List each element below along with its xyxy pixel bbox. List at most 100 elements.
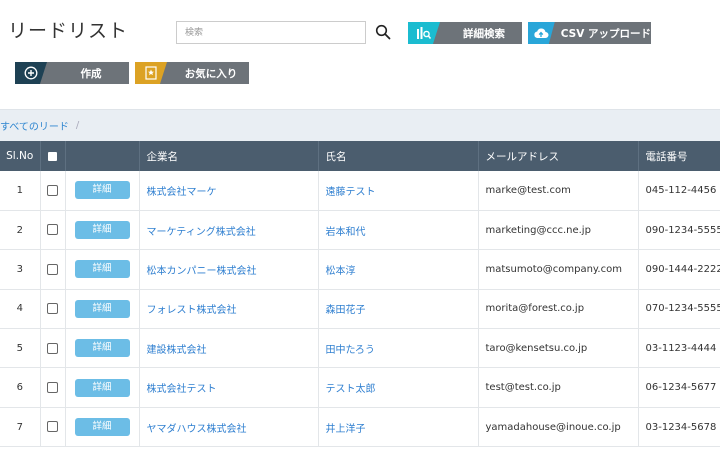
row-name-cell: 遠藤テスト <box>318 171 479 211</box>
company-link[interactable]: 松本カンパニー株式会社 <box>147 266 257 277</box>
row-phone: 03-1234-5678 <box>638 407 720 448</box>
search-button[interactable] <box>374 24 392 42</box>
row-phone: 090-1234-5555 <box>638 210 720 251</box>
row-select-cell <box>40 289 66 330</box>
detail-button[interactable]: 詳細 <box>74 260 130 279</box>
plus-circle-icon <box>15 62 47 84</box>
row-phone: 090-1444-2222 <box>638 249 720 290</box>
row-detail-cell: 詳細 <box>65 328 140 369</box>
row-select-cell <box>40 210 66 251</box>
breadcrumb-all-leads[interactable]: すべてのリード <box>0 118 69 133</box>
company-link[interactable]: 株式会社マーケ <box>147 187 217 198</box>
header-phone: 電話番号 <box>638 141 720 171</box>
favorites-button[interactable]: お気に入り <box>135 62 249 84</box>
advanced-search-label: 詳細検索 <box>463 27 505 40</box>
row-name-cell: 松本淳 <box>318 249 479 290</box>
bar-chart-search-icon <box>408 22 440 44</box>
row-company-cell: フォレスト株式会社 <box>139 289 319 330</box>
company-link[interactable]: フォレスト株式会社 <box>147 305 237 316</box>
detail-button[interactable]: 詳細 <box>74 299 130 318</box>
detail-button[interactable]: 詳細 <box>74 378 130 397</box>
table-row: 6 詳細 株式会社テスト テスト太郎 test@test.co.jp 06-1234-56… <box>0 367 720 408</box>
row-name-cell: テスト太郎 <box>318 367 479 408</box>
row-number: 6 <box>0 367 41 408</box>
contact-name-link[interactable]: 岩本和代 <box>326 227 366 238</box>
row-email: marketing@ccc.ne.jp <box>478 210 639 251</box>
csv-upload-label: CSV アップロード <box>560 27 651 40</box>
table-row: 1 詳細 株式会社マーケ 遠藤テスト marke@test.com 045-112-445… <box>0 171 720 211</box>
row-number: 5 <box>0 328 41 369</box>
page-title: リードリスト <box>8 20 129 42</box>
table-header-row: Sl.No 企業名 氏名 メールアドレス 電話番号 <box>0 141 720 171</box>
row-detail-cell: 詳細 <box>65 407 140 448</box>
table-row: 3 詳細 松本カンパニー株式会社 松本淳 matsumoto@company.com 09… <box>0 249 720 290</box>
row-detail-cell: 詳細 <box>65 249 140 290</box>
header-detail <box>65 141 140 171</box>
company-link[interactable]: ヤマダハウス株式会社 <box>147 424 247 435</box>
row-number: 3 <box>0 249 41 290</box>
row-checkbox[interactable] <box>47 224 58 236</box>
company-link[interactable]: 建設株式会社 <box>147 345 207 356</box>
row-select-cell <box>40 407 66 448</box>
row-select-cell <box>40 249 66 290</box>
row-company-cell: 松本カンパニー株式会社 <box>139 249 319 290</box>
row-checkbox[interactable] <box>47 303 58 315</box>
table-row: 2 詳細 マーケティング株式会社 岩本和代 marketing@ccc.ne.jp 090… <box>0 210 720 251</box>
row-phone: 070-1234-5555 <box>638 289 720 330</box>
detail-button[interactable]: 詳細 <box>74 221 130 240</box>
advanced-search-button[interactable]: 詳細検索 <box>408 22 522 44</box>
row-detail-cell: 詳細 <box>65 289 140 330</box>
table-row: 5 詳細 建設株式会社 田中たろう taro@kensetsu.co.jp 03-1123… <box>0 328 720 369</box>
contact-name-link[interactable]: 森田花子 <box>326 305 366 316</box>
contact-name-link[interactable]: 田中たろう <box>326 345 375 356</box>
row-number: 4 <box>0 289 41 330</box>
row-checkbox[interactable] <box>47 184 58 196</box>
breadcrumb: すべてのリード / <box>0 109 720 141</box>
row-number: 1 <box>0 171 41 211</box>
create-label: 作成 <box>80 67 102 80</box>
header-company: 企業名 <box>139 141 319 171</box>
table-row: 4 詳細 フォレスト株式会社 森田花子 morita@forest.co.jp 070-1… <box>0 289 720 330</box>
row-phone: 06-1234-5677 <box>638 367 720 408</box>
contact-name-link[interactable]: 井上洋子 <box>326 424 366 435</box>
row-detail-cell: 詳細 <box>65 171 140 211</box>
row-number: 7 <box>0 407 41 448</box>
search-input[interactable] <box>176 21 366 44</box>
row-email: morita@forest.co.jp <box>478 289 639 330</box>
row-company-cell: 建設株式会社 <box>139 328 319 369</box>
row-checkbox[interactable] <box>47 342 58 354</box>
select-all-checkbox[interactable] <box>48 151 57 161</box>
row-number: 2 <box>0 210 41 251</box>
header-name: 氏名 <box>318 141 479 171</box>
bookmark-star-icon <box>135 62 167 84</box>
row-name-cell: 岩本和代 <box>318 210 479 251</box>
detail-button[interactable]: 詳細 <box>74 339 130 358</box>
contact-name-link[interactable]: 松本淳 <box>326 266 356 277</box>
leads-table: Sl.No 企業名 氏名 メールアドレス 電話番号 1 詳細 株式会社マーケ 遠藤テス… <box>0 141 720 448</box>
contact-name-link[interactable]: テスト太郎 <box>326 384 376 395</box>
row-select-cell <box>40 367 66 408</box>
row-checkbox[interactable] <box>47 263 58 275</box>
company-link[interactable]: マーケティング株式会社 <box>147 227 256 238</box>
header-select-all[interactable] <box>40 141 66 171</box>
csv-upload-button[interactable]: CSV アップロード <box>528 22 651 44</box>
company-link[interactable]: 株式会社テスト <box>147 384 217 395</box>
row-checkbox[interactable] <box>47 421 58 433</box>
row-company-cell: マーケティング株式会社 <box>139 210 319 251</box>
row-name-cell: 井上洋子 <box>318 407 479 448</box>
row-name-cell: 森田花子 <box>318 289 479 330</box>
lead-list-page: リードリスト 詳細検索 CSV アップロード <box>0 0 720 456</box>
contact-name-link[interactable]: 遠藤テスト <box>326 187 376 198</box>
detail-button[interactable]: 詳細 <box>74 418 130 437</box>
row-company-cell: 株式会社テスト <box>139 367 319 408</box>
row-company-cell: ヤマダハウス株式会社 <box>139 407 319 448</box>
breadcrumb-separator: / <box>75 120 80 131</box>
favorites-label: お気に入り <box>184 67 238 80</box>
row-checkbox[interactable] <box>47 381 58 393</box>
table-row: 7 詳細 ヤマダハウス株式会社 井上洋子 yamadahouse@inoue.co.jp… <box>0 407 720 448</box>
header-email: メールアドレス <box>478 141 639 171</box>
row-email: marke@test.com <box>478 171 639 211</box>
create-button[interactable]: 作成 <box>15 62 129 84</box>
detail-button[interactable]: 詳細 <box>74 181 130 200</box>
row-email: test@test.co.jp <box>478 367 639 408</box>
